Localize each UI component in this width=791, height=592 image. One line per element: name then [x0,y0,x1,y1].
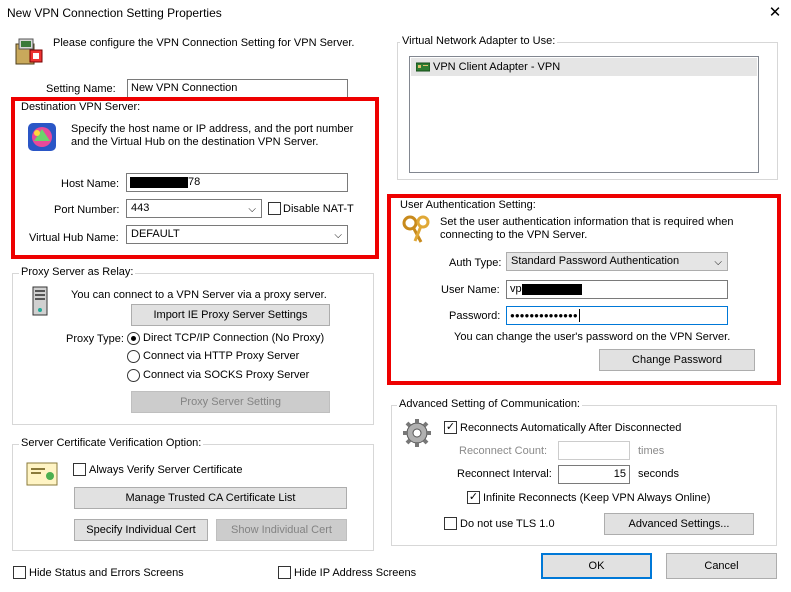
radio-http[interactable] [127,350,140,363]
hub-name-value: DEFAULT [131,228,180,240]
server-globe-icon [26,121,58,153]
redacted-user [521,283,582,295]
password-dots: ●●●●●●●●●●●●●● [510,311,578,320]
destination-group-title: Destination VPN Server: [21,101,141,113]
redacted-host [130,176,188,188]
proxy-desc: You can connect to a VPN Server via a pr… [71,289,327,301]
close-icon[interactable]: ✕ [764,3,786,23]
text-cursor [578,308,580,322]
proxy-server-icon [27,285,59,317]
auth-type-value: Standard Password Authentication [511,255,680,267]
proxy-option-http: Connect via HTTP Proxy Server [143,350,300,362]
list-item[interactable]: VPN Client Adapter - VPN [411,58,757,76]
hub-name-combo[interactable]: DEFAULT ⌵ [126,225,348,244]
disable-nat-label: Disable NAT-T [283,203,354,215]
chevron-down-icon: ⌵ [714,257,722,268]
gear-icon [401,417,433,449]
import-ie-proxy-button[interactable]: Import IE Proxy Server Settings [131,304,330,326]
host-name-suffix: 78 [188,176,201,188]
destination-desc-1: Specify the host name or IP address, and… [71,123,354,135]
hide-ip-label: Hide IP Address Screens [294,567,417,579]
setting-name-label: Setting Name: [46,83,116,95]
reconnect-interval-input[interactable]: 15 [558,465,630,484]
password-label: Password: [449,310,501,322]
reconnect-count-input[interactable] [558,441,630,460]
no-tls-checkbox[interactable] [444,517,457,530]
user-name-label: User Name: [441,284,500,296]
adapter-group-title: Virtual Network Adapter to Use: [400,35,558,47]
reconnect-interval-unit: seconds [638,468,679,480]
intro-text: Please configure the VPN Connection Sett… [53,37,355,49]
host-name-input[interactable]: 78 [126,173,348,192]
hide-ip-checkbox[interactable] [278,566,291,579]
window-title: New VPN Connection Setting Properties [7,6,222,20]
hub-name-label: Virtual Hub Name: [29,232,119,244]
computer-settings-icon [12,36,44,68]
manage-trusted-ca-button[interactable]: Manage Trusted CA Certificate List [74,487,347,509]
no-tls-label: Do not use TLS 1.0 [460,518,555,530]
keys-icon [401,214,433,246]
user-name-input[interactable]: vp [506,280,728,299]
show-individual-cert-button[interactable]: Show Individual Cert [216,519,347,541]
advanced-settings-button[interactable]: Advanced Settings... [604,513,754,535]
reconnect-count-label: Reconnect Count: [459,445,548,457]
hide-status-label: Hide Status and Errors Screens [29,567,184,579]
destination-desc-2: and the Virtual Hub on the destination V… [71,136,319,148]
user-name-prefix: vp [510,283,522,295]
radio-socks[interactable] [127,369,140,382]
proxy-option-socks: Connect via SOCKS Proxy Server [143,369,310,381]
auth-desc-1: Set the user authentication information … [440,216,734,228]
proxy-option-direct: Direct TCP/IP Connection (No Proxy) [143,332,325,344]
auth-group-title: User Authentication Setting: [400,199,536,211]
always-verify-label: Always Verify Server Certificate [89,464,243,476]
disable-nat-checkbox[interactable] [268,202,281,215]
reconnect-interval-label: Reconnect Interval: [457,468,552,480]
proxy-type-label: Proxy Type: [66,333,124,345]
auth-desc-2: connecting to the VPN Server. [440,229,588,241]
cancel-button[interactable]: Cancel [666,553,777,579]
reconnect-count-unit: times [638,445,665,457]
reconnect-auto-checkbox[interactable]: ✓ [444,421,457,434]
proxy-server-setting-button[interactable]: Proxy Server Setting [131,391,330,413]
network-adapter-icon [415,62,431,72]
auth-type-combo[interactable]: Standard Password Authentication ⌵ [506,252,728,271]
hide-status-checkbox[interactable] [13,566,26,579]
reconnect-auto-label: Reconnects Automatically After Disconnec… [460,422,682,434]
radio-direct[interactable] [127,332,140,345]
change-password-hint: You can change the user's password on th… [454,331,731,343]
ok-button[interactable]: OK [541,553,652,579]
infinite-reconnects-checkbox[interactable]: ✓ [467,491,480,504]
port-number-label: Port Number: [54,204,120,216]
auth-type-label: Auth Type: [449,257,502,269]
advanced-group-title: Advanced Setting of Communication: [397,398,582,410]
password-input[interactable]: ●●●●●●●●●●●●●● [506,306,728,325]
setting-name-input[interactable]: New VPN Connection [127,79,348,98]
proxy-group-title: Proxy Server as Relay: [19,266,136,278]
port-number-combo[interactable]: 443 ⌵ [126,199,262,218]
port-number-value: 443 [131,202,150,214]
specify-individual-cert-button[interactable]: Specify Individual Cert [74,519,208,541]
infinite-reconnects-label: Infinite Reconnects (Keep VPN Always Onl… [483,492,711,504]
certificate-icon [26,458,58,490]
host-name-label: Host Name: [61,178,120,190]
adapter-item-label: VPN Client Adapter - VPN [433,61,561,73]
chevron-down-icon: ⌵ [248,204,256,215]
change-password-button[interactable]: Change Password [599,349,755,371]
cert-group-title: Server Certificate Verification Option: [19,437,204,449]
adapter-list[interactable]: VPN Client Adapter - VPN [409,56,759,173]
always-verify-checkbox[interactable] [73,463,86,476]
chevron-down-icon: ⌵ [334,230,342,241]
